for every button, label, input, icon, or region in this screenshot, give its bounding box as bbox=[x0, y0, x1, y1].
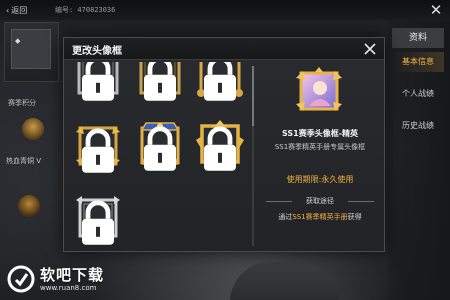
frame-item[interactable] bbox=[74, 194, 122, 245]
frame-item[interactable] bbox=[74, 122, 122, 173]
tab-history-stats[interactable]: 历史战绩 bbox=[392, 116, 444, 136]
right-tab-panel: 资料 基本信息 个人战绩 历史战绩 bbox=[388, 20, 450, 300]
season-points-label: 赛季积分 bbox=[8, 99, 36, 107]
frame-item[interactable] bbox=[196, 62, 244, 101]
tab-basic-info[interactable]: 基本信息 bbox=[392, 52, 444, 72]
source-prefix: 通过 bbox=[278, 213, 293, 221]
watermark-logo-icon bbox=[7, 265, 35, 293]
frame-item[interactable] bbox=[74, 62, 122, 101]
lock-icon bbox=[204, 62, 236, 101]
obtain-header: 获取途径 bbox=[260, 196, 380, 206]
lock-icon bbox=[82, 128, 114, 173]
lock-icon bbox=[204, 126, 236, 171]
close-icon[interactable] bbox=[361, 40, 379, 58]
back-label: 返回 bbox=[11, 5, 28, 15]
avatar bbox=[11, 29, 51, 69]
frame-item[interactable] bbox=[136, 120, 184, 171]
back-arrow-icon: ‹ bbox=[6, 5, 10, 15]
source-suffix: 获得 bbox=[347, 213, 362, 221]
tab-personal-stats[interactable]: 个人战绩 bbox=[392, 84, 444, 104]
watermark: 软吧下载 www.ruan8.com bbox=[6, 262, 116, 298]
frame-grid bbox=[70, 62, 250, 250]
lock-icon bbox=[82, 62, 114, 101]
frame-detail-panel: SS1赛季头像框-精英 SS1赛季精英手册专属头像框 使用期限:永久使用 获取途… bbox=[260, 62, 380, 248]
lock-icon bbox=[144, 126, 176, 171]
dialog-header: 更改头像框 bbox=[64, 38, 384, 60]
frame-item[interactable] bbox=[196, 120, 244, 171]
watermark-text: 软吧下载 bbox=[40, 266, 105, 284]
frame-period: 使用期限:永久使用 bbox=[286, 175, 354, 184]
rank-medal-icon-2 bbox=[18, 195, 40, 217]
page-close-icon[interactable]: ✕ bbox=[428, 2, 444, 18]
lock-icon bbox=[82, 200, 114, 245]
frame-scrollbar-thumb[interactable] bbox=[252, 66, 254, 126]
player-id: 编号: 470823036 bbox=[55, 6, 116, 14]
rank-label: 热血青铜 V bbox=[6, 157, 42, 165]
divider bbox=[348, 201, 374, 202]
selected-frame-preview bbox=[294, 66, 344, 116]
dialog-title: 更改头像框 bbox=[72, 46, 122, 57]
watermark-url: www.ruan8.com bbox=[40, 284, 97, 292]
frame-name: SS1赛季头像框-精英 bbox=[281, 129, 359, 138]
top-bar: ‹ 返回 编号: 470823036 ✕ bbox=[0, 0, 450, 20]
tab-profile[interactable]: 资料 bbox=[392, 28, 444, 48]
frame-description: SS1赛季精英手册专属头像框 bbox=[274, 143, 366, 151]
obtain-source: 通过SS1赛季精英手册获得 bbox=[260, 212, 380, 222]
change-avatar-frame-dialog: 更改头像框 SS1赛季头像框-精英 SS1赛季精英手册专属头像框 使用期限:永久… bbox=[63, 37, 385, 252]
avatar-tag-icon: ◆ bbox=[15, 37, 21, 45]
profile-card: ◆ bbox=[4, 22, 59, 82]
back-button[interactable]: ‹ 返回 bbox=[6, 3, 46, 17]
lock-icon bbox=[144, 62, 176, 101]
rank-medal-icon bbox=[22, 118, 44, 140]
frame-item[interactable] bbox=[136, 62, 184, 101]
source-highlight[interactable]: SS1赛季精英手册 bbox=[292, 213, 347, 221]
